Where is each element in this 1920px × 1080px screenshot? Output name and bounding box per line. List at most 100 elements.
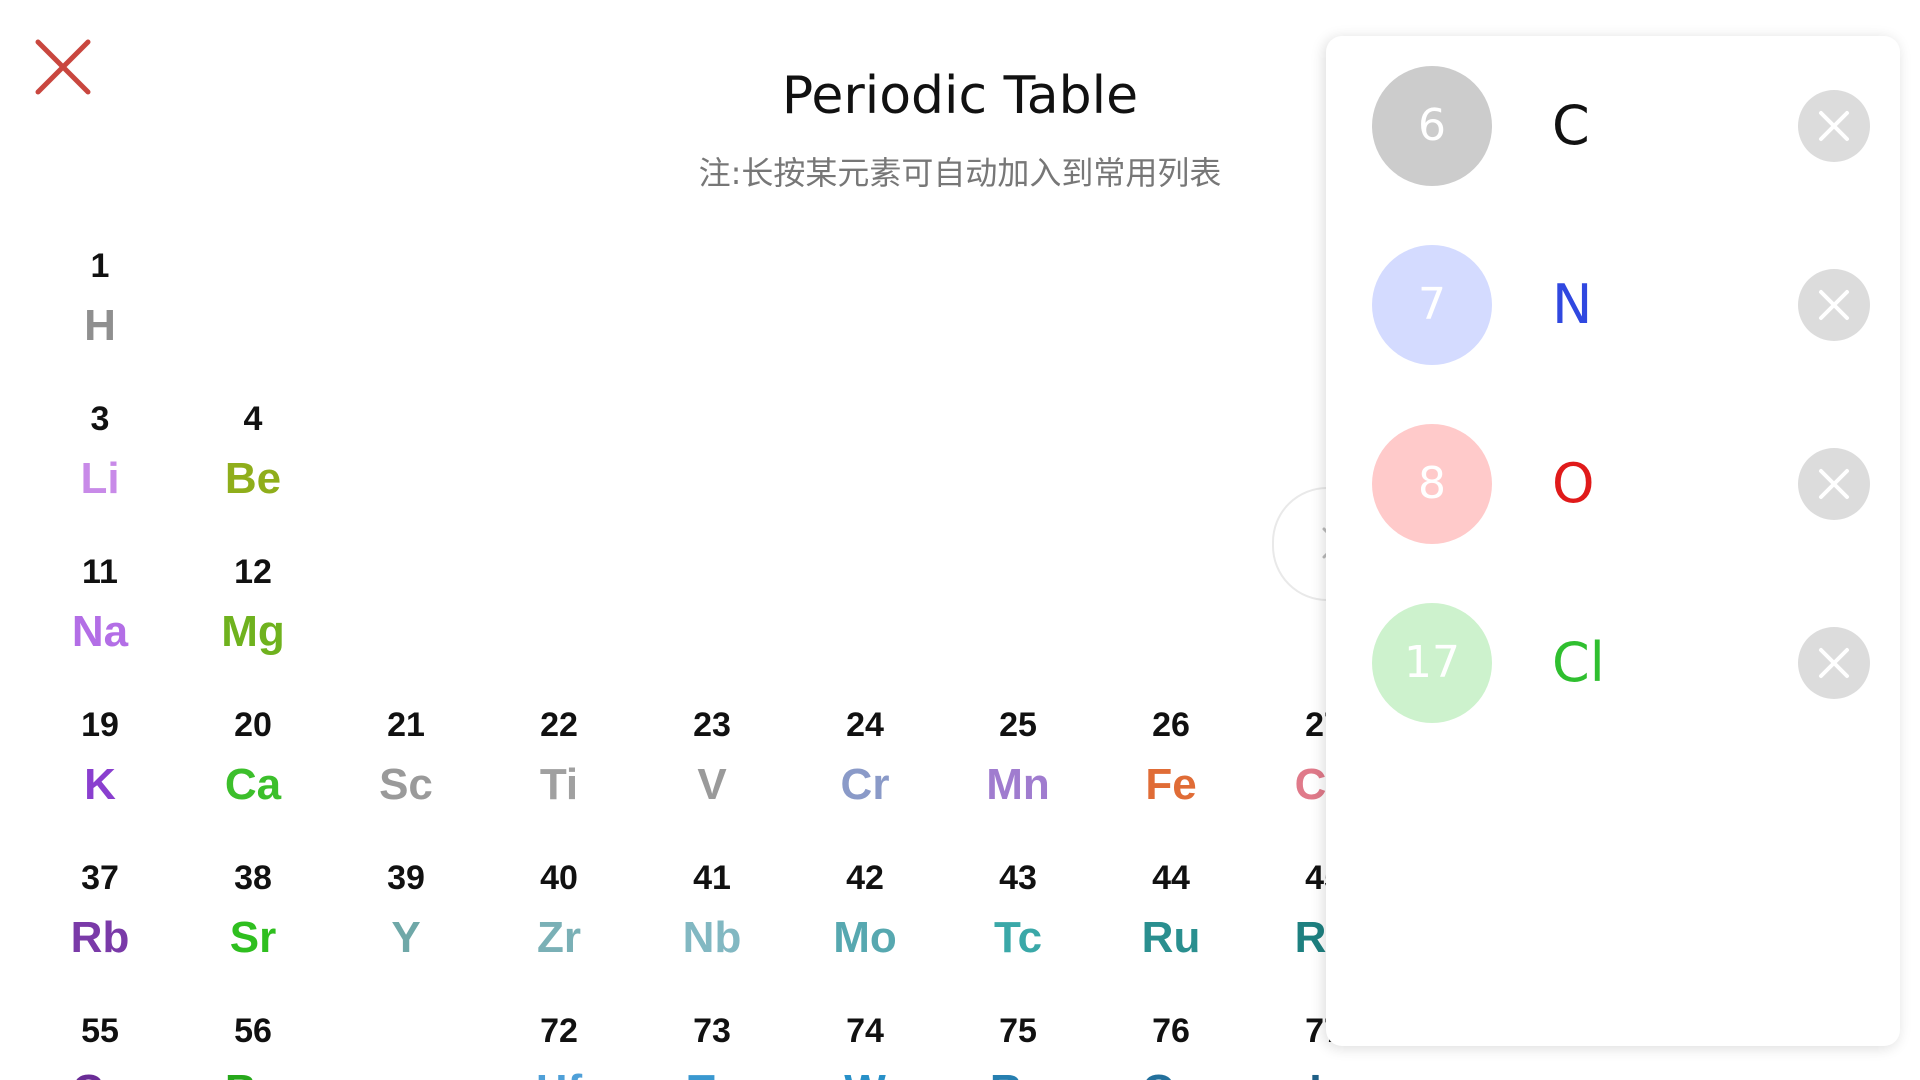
element-number: 3 [90, 400, 110, 438]
favorite-item[interactable]: 6C [1326, 66, 1900, 190]
element-number: 12 [234, 553, 272, 591]
element-symbol: Ca [224, 760, 282, 809]
element-symbol: Ru [1141, 913, 1201, 962]
element-number: 74 [846, 1012, 884, 1050]
remove-favorite-button[interactable] [1798, 90, 1870, 162]
element-cell[interactable]: 44 Ru [1096, 858, 1246, 968]
element-symbol: Nb [682, 913, 742, 962]
element-symbol: Ta [637, 1061, 787, 1080]
element-cell[interactable]: 23 V [637, 705, 787, 815]
remove-icon [1819, 290, 1849, 320]
element-cell[interactable]: 55 Cs [25, 1011, 175, 1080]
favorite-item[interactable]: 7N [1326, 245, 1900, 369]
element-symbol: Na [71, 607, 129, 656]
element-number: 4 [243, 400, 263, 438]
favorite-item[interactable]: 17 Cl [1326, 603, 1900, 727]
favorites-panel: 6 C 7 N 8 O 17 Cl [1326, 36, 1900, 1046]
element-symbol: Cr [840, 760, 890, 809]
element-cell[interactable]: 25 Mn [943, 705, 1093, 815]
element-symbol: Cs [25, 1061, 175, 1080]
element-cell[interactable]: 74 W [790, 1011, 940, 1080]
element-symbol: Ba [178, 1061, 328, 1080]
element-number: 37 [81, 859, 119, 897]
element-cell[interactable]: 1H [25, 246, 175, 356]
favorite-number-badge: 8 [1372, 424, 1492, 544]
element-cell[interactable]: 21 Sc [331, 705, 481, 815]
element-cell[interactable]: 75 Re [943, 1011, 1093, 1080]
element-symbol: V [697, 760, 727, 809]
element-cell[interactable]: 12 Mg [178, 552, 328, 662]
element-cell[interactable]: 4 Be [178, 399, 328, 509]
element-symbol: Be [224, 454, 282, 503]
remove-icon [1819, 469, 1849, 499]
element-cell[interactable]: 38 Sr [178, 858, 328, 968]
element-cell[interactable]: 26 Fe [1096, 705, 1246, 815]
element-symbol: Re [943, 1061, 1093, 1080]
element-symbol: Sr [229, 913, 277, 962]
remove-favorite-button[interactable] [1798, 627, 1870, 699]
element-number: 73 [693, 1012, 731, 1050]
element-symbol: Rb [70, 913, 130, 962]
element-number: 1 [90, 247, 110, 285]
element-cell[interactable]: 24 Cr [790, 705, 940, 815]
favorite-number-badge: 17 [1372, 603, 1492, 723]
element-cell[interactable]: 11 Na [25, 552, 175, 662]
element-cell[interactable]: 76 Os [1096, 1011, 1246, 1080]
favorite-number-badge: 6 [1372, 66, 1492, 186]
element-number: 42 [846, 859, 884, 897]
element-cell[interactable]: 41 Nb [637, 858, 787, 968]
element-number: 25 [999, 706, 1037, 744]
element-cell[interactable]: 42 Mo [790, 858, 940, 968]
favorite-symbol: N [1552, 273, 1593, 336]
element-symbol: Mn [986, 760, 1050, 809]
remove-favorite-button[interactable] [1798, 269, 1870, 341]
remove-icon [1819, 648, 1849, 678]
element-number: 22 [540, 706, 578, 744]
element-number: 39 [387, 859, 425, 897]
element-number: 26 [1152, 706, 1190, 744]
element-symbol: Zr [537, 913, 581, 962]
element-number: 11 [82, 553, 118, 591]
element-cell[interactable]: 37 Rb [25, 858, 175, 968]
element-cell[interactable]: 39 Y [331, 858, 481, 968]
element-symbol: Y [391, 913, 421, 962]
element-number: 24 [846, 706, 884, 744]
element-cell[interactable]: 22 Ti [484, 705, 634, 815]
element-symbol: Sc [379, 760, 433, 809]
element-number: 40 [540, 859, 578, 897]
element-symbol: Ir [1249, 1061, 1399, 1080]
element-number: 23 [693, 706, 731, 744]
element-symbol: H [84, 301, 116, 350]
favorite-symbol: Cl [1552, 631, 1605, 694]
favorite-symbol: C [1552, 94, 1590, 157]
element-cell[interactable]: 19 K [25, 705, 175, 815]
element-symbol: Ti [539, 760, 579, 809]
element-symbol: Mo [833, 913, 897, 962]
element-number: 21 [387, 706, 425, 744]
favorite-item[interactable]: 8O [1326, 424, 1900, 548]
remove-icon [1819, 111, 1849, 141]
remove-favorite-button[interactable] [1798, 448, 1870, 520]
favorite-symbol: O [1552, 452, 1595, 515]
element-cell[interactable]: 56 Ba [178, 1011, 328, 1080]
favorite-number-badge: 7 [1372, 245, 1492, 365]
element-number: 55 [81, 1012, 119, 1050]
element-symbol: Os [1096, 1061, 1246, 1080]
element-symbol: Hf [484, 1061, 634, 1080]
element-number: 75 [999, 1012, 1037, 1050]
element-number: 38 [234, 859, 272, 897]
element-number: 72 [540, 1012, 578, 1050]
element-symbol: Fe [1145, 760, 1197, 809]
element-cell[interactable]: 43 Tc [943, 858, 1093, 968]
element-cell[interactable]: 3 Li [25, 399, 175, 509]
periodic-table-screen: Periodic Table 注:长按某元素可自动加入到常用列表 1 H 3 Li 4 B… [0, 0, 1920, 1080]
element-cell[interactable]: 40 Zr [484, 858, 634, 968]
element-symbol: W [790, 1061, 940, 1080]
element-number: 20 [234, 706, 272, 744]
element-cell[interactable]: 72 Hf [484, 1011, 634, 1080]
element-symbol: Mg [221, 607, 285, 656]
element-cell[interactable]: 73 Ta [637, 1011, 787, 1080]
element-symbol: Li [80, 454, 120, 503]
element-number: 56 [234, 1012, 272, 1050]
element-cell[interactable]: 20 Ca [178, 705, 328, 815]
